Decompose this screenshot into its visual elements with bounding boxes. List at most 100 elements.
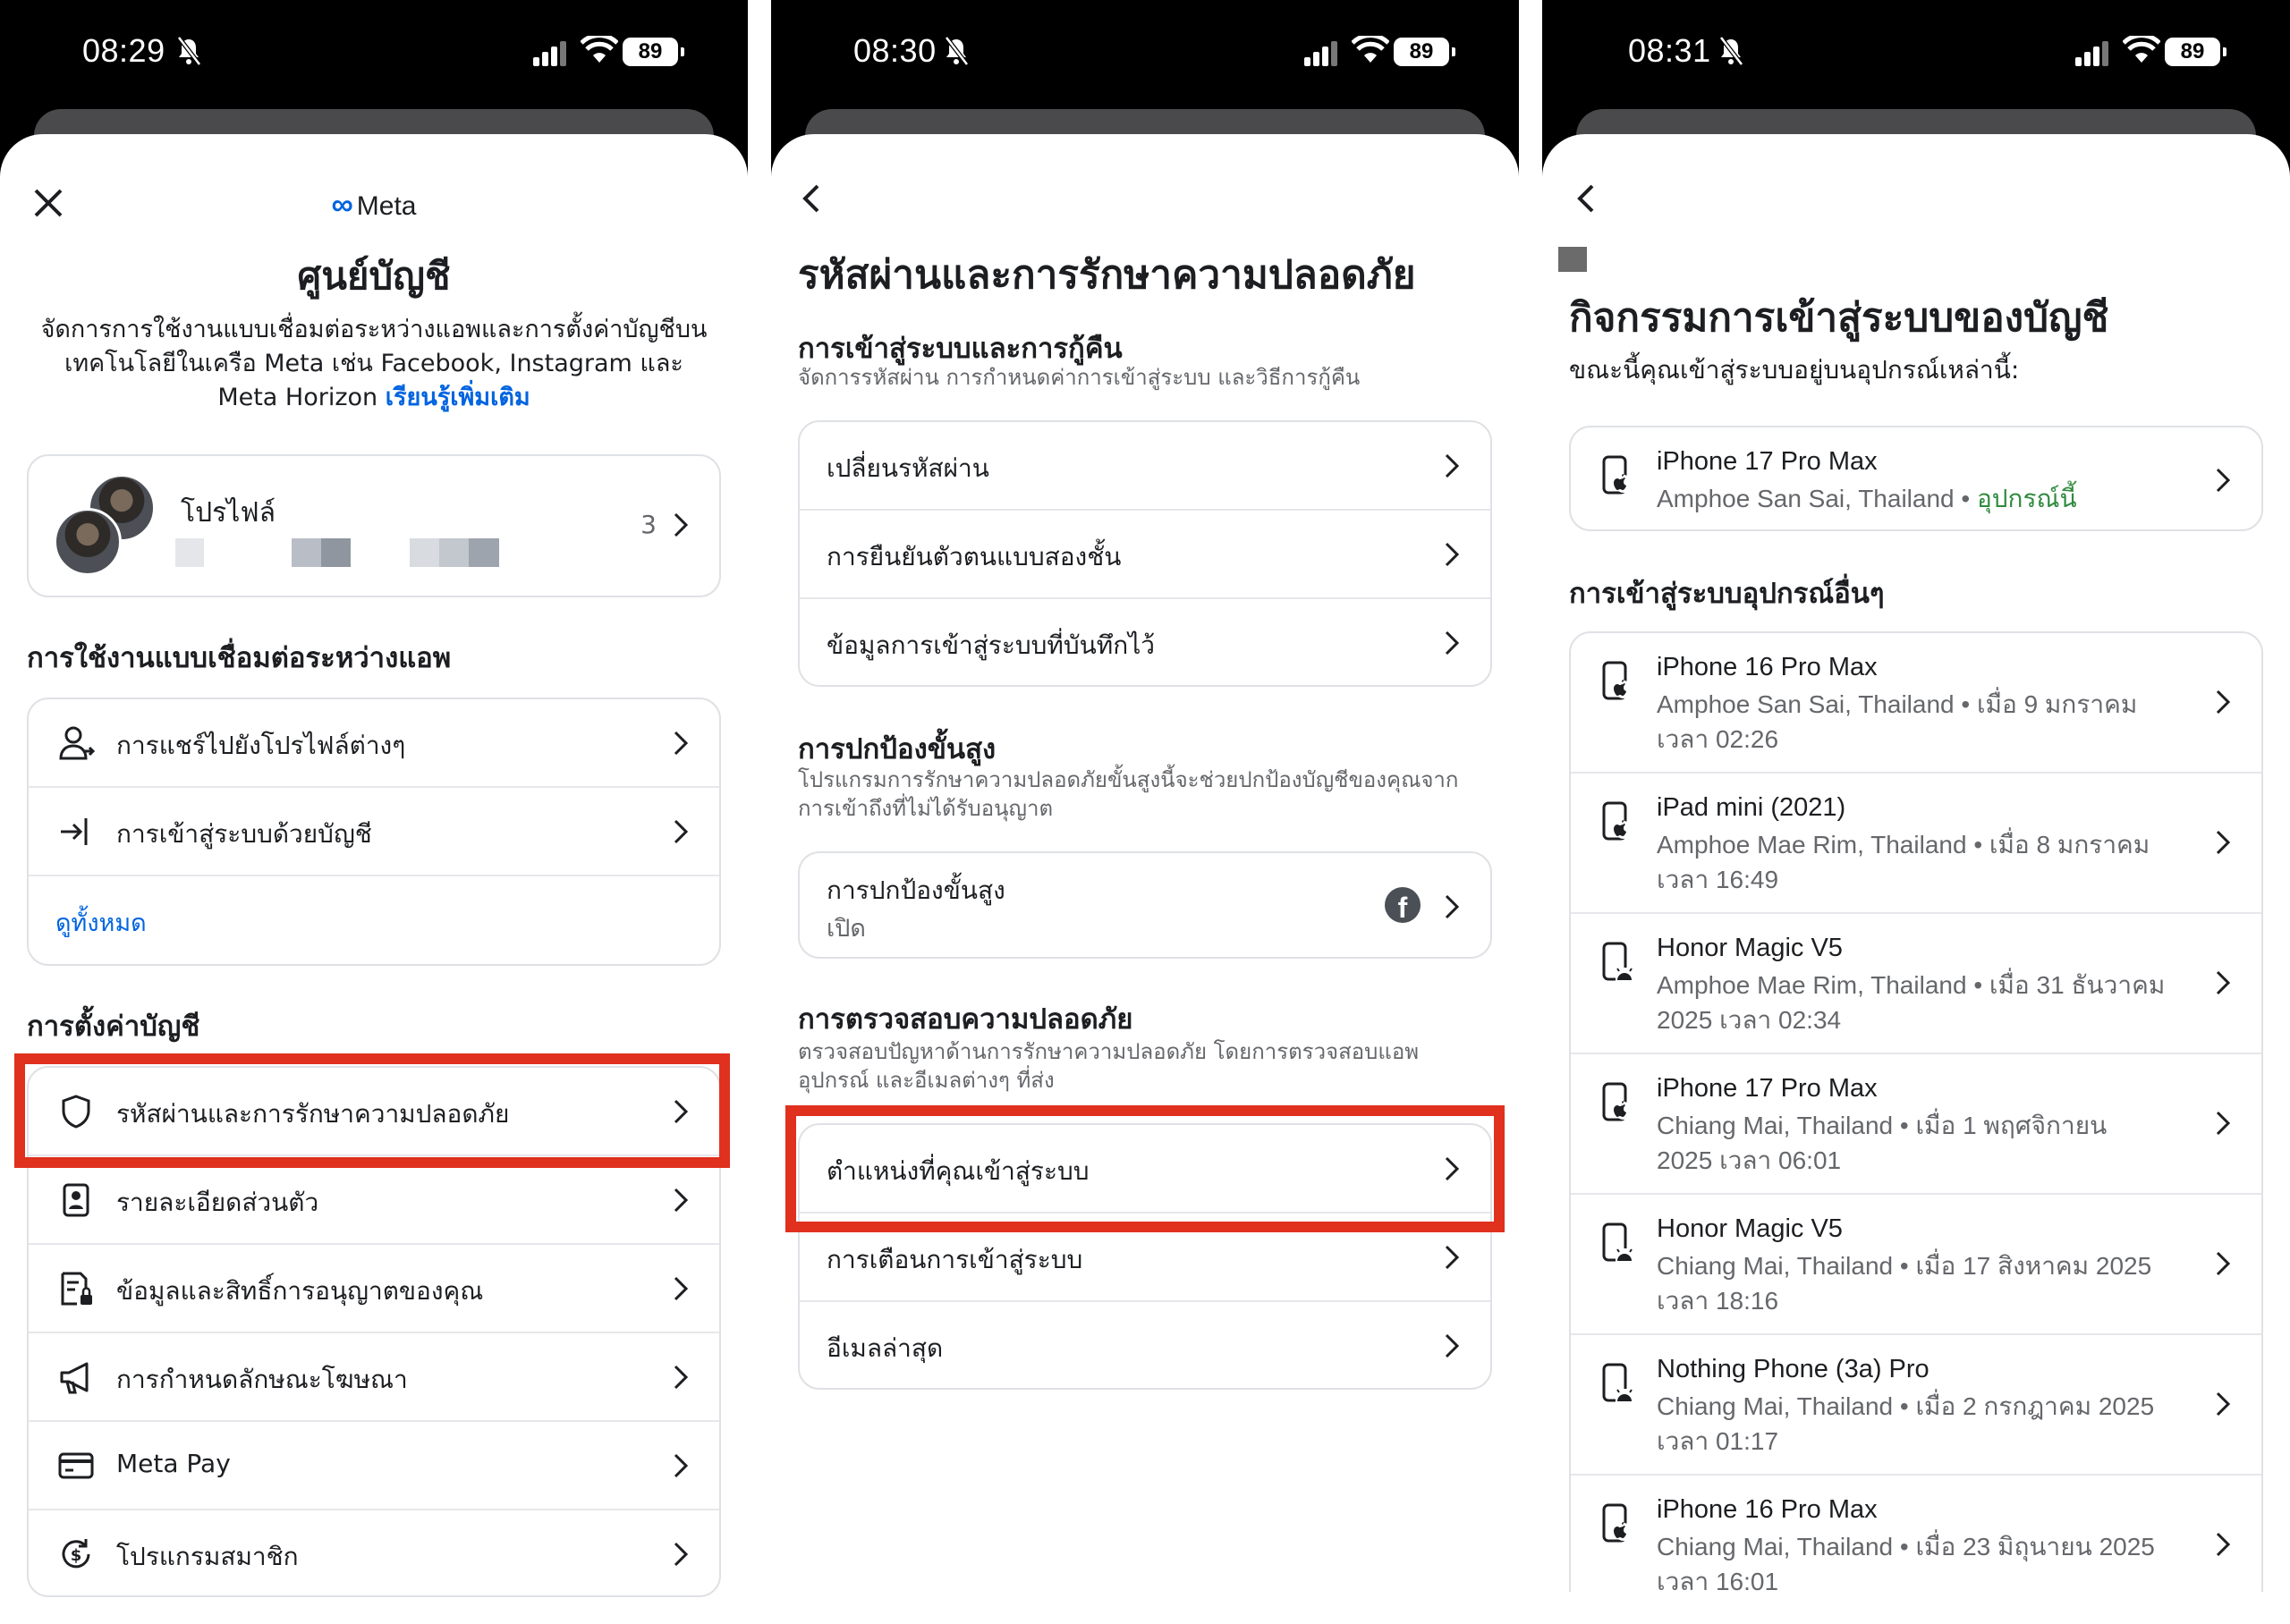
avatar [54, 508, 122, 576]
login-recovery-card: เปลี่ยนรหัสผ่าน การยืนยันตัวตนแบบสองชั้น… [798, 420, 1492, 687]
chevron-right-icon [2216, 1391, 2231, 1417]
chevron-right-icon [2216, 830, 2231, 855]
login-recovery-subtitle: จัดการรหัสผ่าน การกำหนดค่าการเข้าสู่ระบบ… [798, 365, 1361, 390]
redacted-name [292, 538, 351, 567]
chevron-right-icon [674, 819, 689, 844]
bell-muted-icon [177, 36, 201, 66]
wifi-icon [581, 36, 618, 63]
chevron-right-icon [1445, 1333, 1460, 1358]
chevron-right-icon [1445, 453, 1460, 478]
advanced-protection-title: การปกป้องขั้นสูง [798, 733, 997, 765]
chevron-right-icon [2216, 970, 2231, 995]
device-row[interactable]: iPad mini (2021) Amphoe Mae Rim, Thailan… [1571, 774, 2261, 914]
settings-item-subscriptions[interactable]: $ โปรแกรมสมาชิก [29, 1510, 719, 1595]
device-row[interactable]: Nothing Phone (3a) Pro Chiang Mai, Thail… [1571, 1335, 2261, 1476]
profile-share-icon [59, 726, 95, 760]
bottom-fade [1542, 1592, 2290, 1624]
profiles-label: โปรไฟล์ [181, 497, 276, 529]
device-name: Nothing Phone (3a) Pro [1657, 1355, 1930, 1383]
redacted-name [175, 538, 204, 567]
card-icon [58, 1452, 94, 1479]
meta-logo: ∞ Meta [331, 188, 417, 222]
status-bar: 08:30 89 [771, 0, 1519, 107]
apple-phone-icon [1602, 455, 1633, 495]
signal-icon [1304, 41, 1337, 66]
connected-item-profile-sharing[interactable]: การแชร์ไปยังโปรไฟล์ต่างๆ [29, 699, 719, 788]
device-row[interactable]: Honor Magic V5 Amphoe Mae Rim, Thailand … [1571, 914, 2261, 1054]
wifi-icon [1352, 36, 1389, 63]
learn-more-link[interactable]: เรียนรู้เพิ่มเติม [386, 384, 530, 411]
chevron-right-icon [674, 512, 689, 537]
item-saved-login[interactable]: ข้อมูลการเข้าสู่ระบบที่บันทึกไว้ [800, 599, 1490, 685]
settings-item-ad-preferences[interactable]: การกำหนดลักษณะโฆษณา [29, 1333, 719, 1422]
device-name: iPhone 16 Pro Max [1657, 653, 1878, 681]
security-checks-title: การตรวจสอบความปลอดภัย [798, 1003, 1133, 1036]
security-checks-subtitle: ตรวจสอบปัญหาด้านการรักษาความปลอดภัย โดยก… [798, 1039, 1420, 1093]
item-advanced-protection[interactable]: การปกป้องขั้นสูง เปิด f [800, 853, 1490, 957]
item-change-password[interactable]: เปลี่ยนรหัสผ่าน [800, 422, 1490, 511]
item-recent-emails[interactable]: อีเมลล่าสุด [800, 1302, 1490, 1388]
page-title: ศูนย์บัญชี [297, 254, 451, 298]
device-name: iPhone 17 Pro Max [1657, 447, 1878, 476]
document-lock-icon [61, 1272, 92, 1306]
back-icon[interactable] [793, 179, 832, 218]
status-time: 08:31 [1628, 32, 1711, 69]
status-bar: 08:29 89 [0, 0, 748, 107]
page-description: จัดการการใช้งานแบบเชื่อมต่อระหว่างแอพและ… [40, 316, 708, 411]
settings-item-your-information[interactable]: ข้อมูลและสิทธิ์การอนุญาตของคุณ [29, 1245, 719, 1333]
device-location: Amphoe San Sai, Thailand • เมื่อ 9 มกราค… [1657, 690, 2138, 753]
apple-phone-icon [1602, 661, 1633, 700]
profiles-card[interactable]: โปรไฟล์ 3 [27, 454, 721, 597]
battery-indicator: 89 [2165, 38, 2226, 66]
signal-icon [2075, 41, 2108, 66]
account-settings-title: การตั้งค่าบัญชี [27, 1011, 200, 1043]
panel-login-activity: 08:31 89 กิจกรรมการเข้าสู่ระบบของบัญชี ข… [1542, 0, 2290, 1624]
device-name: iPhone 17 Pro Max [1657, 1074, 1878, 1103]
dollar-cycle-icon: $ [62, 1539, 90, 1569]
apple-phone-icon [1602, 801, 1633, 841]
chevron-right-icon [674, 1276, 689, 1301]
battery-indicator: 89 [623, 38, 684, 66]
apple-phone-icon [1602, 1082, 1633, 1121]
device-row[interactable]: iPhone 16 Pro Max Amphoe San Sai, Thaila… [1571, 633, 2261, 774]
chevron-right-icon [2216, 689, 2231, 715]
chevron-right-icon [2216, 1111, 2231, 1136]
facebook-icon: f [1385, 887, 1421, 923]
device-row[interactable]: Honor Magic V5 Chiang Mai, Thailand • เม… [1571, 1195, 2261, 1335]
battery-indicator: 89 [1394, 38, 1455, 66]
device-name: iPad mini (2021) [1657, 793, 1846, 822]
android-phone-icon [1602, 1363, 1633, 1405]
svg-text:$: $ [71, 1546, 82, 1565]
device-location: Chiang Mai, Thailand • เมื่อ 23 มิถุนายน… [1657, 1533, 2155, 1595]
page-title: กิจกรรมการเข้าสู่ระบบของบัญชี [1569, 295, 2109, 341]
device-location: Amphoe Mae Rim, Thailand • เมื่อ 8 มกราค… [1657, 831, 2150, 893]
current-device-card[interactable]: iPhone 17 Pro Max Amphoe San Sai, Thaila… [1569, 426, 2263, 531]
chevron-right-icon [674, 1188, 689, 1213]
device-location: Chiang Mai, Thailand • เมื่อ 1 พฤศจิกายน… [1657, 1112, 2108, 1174]
settings-item-personal-details[interactable]: รายละเอียดส่วนตัว [29, 1156, 719, 1245]
device-name: Honor Magic V5 [1657, 934, 1843, 962]
see-all-link[interactable]: ดูทั้งหมด [55, 903, 147, 942]
apple-phone-icon [1602, 1503, 1633, 1543]
item-two-factor[interactable]: การยืนยันตัวตนแบบสองชั้น [800, 511, 1490, 599]
id-card-icon [63, 1183, 89, 1217]
chevron-right-icon [1445, 1245, 1460, 1270]
device-name: iPhone 16 Pro Max [1657, 1495, 1878, 1524]
page-title: รหัสผ่านและการรักษาความปลอดภัย [798, 252, 1416, 298]
device-row[interactable]: iPhone 17 Pro Max Chiang Mai, Thailand •… [1571, 1054, 2261, 1195]
wifi-icon [2123, 36, 2160, 63]
highlight-box [14, 1053, 730, 1168]
chevron-right-icon [1445, 630, 1460, 656]
connected-experiences-card: การแชร์ไปยังโปรไฟล์ต่างๆ การเข้าสู่ระบบด… [27, 698, 721, 966]
megaphone-icon [60, 1362, 89, 1394]
device-name: Honor Magic V5 [1657, 1214, 1843, 1243]
this-device-tag: อุปกรณ์นี้ [1976, 485, 2077, 512]
settings-item-meta-pay[interactable]: Meta Pay [29, 1422, 719, 1510]
connected-item-login[interactable]: การเข้าสู่ระบบด้วยบัญชี [29, 788, 719, 876]
meta-infinity-icon: ∞ [331, 188, 353, 222]
panel-password-security: 08:30 89 รหัสผ่านและการรักษาความปลอดภัย … [771, 0, 1519, 1624]
chevron-right-icon [674, 1365, 689, 1390]
status-time: 08:29 [82, 32, 165, 69]
other-devices-card: iPhone 16 Pro Max Amphoe San Sai, Thaila… [1569, 631, 2263, 1624]
back-icon[interactable] [1567, 179, 1607, 218]
